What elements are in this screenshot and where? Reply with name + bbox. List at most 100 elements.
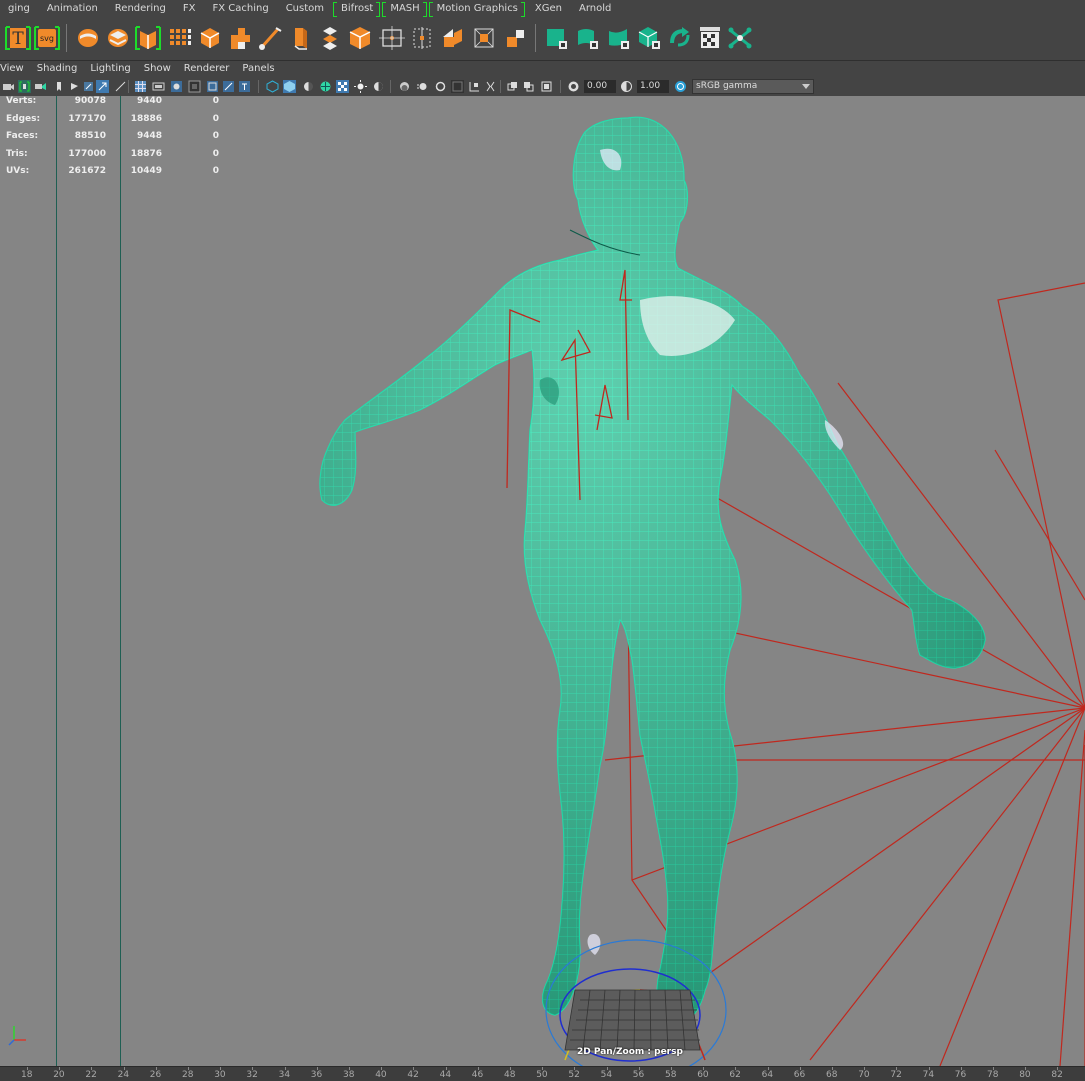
tick-label: 36 [310, 1070, 323, 1080]
grease-pencil-icon[interactable] [82, 80, 95, 93]
bounding-dots-icon[interactable] [408, 23, 436, 53]
component-xray-icon[interactable] [540, 80, 553, 93]
isolate-select-icon[interactable] [468, 80, 481, 93]
viewport[interactable] [0, 96, 1085, 1066]
tick-label: 76 [954, 1070, 967, 1080]
duplicate-icon[interactable] [316, 23, 344, 53]
film-gate-icon[interactable] [68, 80, 81, 93]
color-management-icon[interactable] [674, 80, 687, 93]
menu-view[interactable]: View [0, 61, 31, 77]
backface-icon[interactable] [522, 80, 535, 93]
shelf-tab[interactable]: Motion Graphics [428, 0, 527, 18]
grid-toggle-icon[interactable] [134, 80, 147, 93]
shelf-tabs: ging Animation Rendering FX FX Caching Custom… [0, 0, 1085, 19]
camera-icon[interactable] [2, 80, 15, 93]
chevron-down-icon [802, 84, 810, 89]
exposure-field[interactable]: 0.00 [584, 80, 616, 93]
curve-warp-icon[interactable] [543, 23, 571, 53]
extrude-icon[interactable] [286, 23, 314, 53]
tick-label: 70 [858, 1070, 870, 1080]
xray-icon[interactable] [484, 80, 497, 93]
safe-action-icon[interactable] [188, 80, 201, 93]
smooth-shade-icon[interactable] [283, 80, 296, 93]
menu-lighting[interactable]: Lighting [84, 61, 137, 77]
polycube-icon[interactable] [346, 23, 374, 53]
shelf-tab[interactable]: Arnold [571, 0, 620, 18]
flag-icon[interactable] [574, 23, 602, 53]
camera-attributes-icon[interactable] [18, 80, 31, 93]
menu-shading[interactable]: Shading [31, 61, 85, 77]
hud-label: Edges: [6, 113, 41, 124]
type-tool-icon[interactable]: T [4, 23, 32, 53]
toolbar-divider [560, 80, 561, 93]
character-mesh[interactable] [319, 116, 986, 1023]
default-material-icon[interactable] [302, 80, 315, 93]
viewport-guide-line [120, 96, 121, 1066]
2d-pan-zoom-icon[interactable] [96, 80, 109, 93]
text-overlay-icon[interactable] [238, 80, 251, 93]
refresh-icon[interactable] [666, 23, 694, 53]
tick-label: 22 [85, 1070, 97, 1080]
shelf-tab[interactable]: Bifrost [333, 0, 382, 18]
exposure-icon[interactable] [567, 80, 580, 93]
brush-icon[interactable] [256, 23, 284, 53]
xray-joints-icon[interactable] [506, 80, 519, 93]
anti-aliasing-icon[interactable] [434, 80, 447, 93]
shelf-tab[interactable]: FX Caching [204, 0, 277, 18]
tick-label: 54 [600, 1070, 613, 1080]
gamma-field[interactable]: 1.00 [637, 80, 669, 93]
hud-v2: 18886 [130, 113, 162, 124]
tick-label: 48 [504, 1070, 516, 1080]
textured-icon[interactable] [336, 80, 349, 93]
cube-icon[interactable] [196, 23, 224, 53]
shelf-tab[interactable]: ging [0, 0, 39, 18]
shelf-tab[interactable]: FX [175, 0, 205, 18]
image-plane-icon[interactable] [52, 80, 65, 93]
polycube-teal-icon[interactable] [636, 23, 664, 53]
bookmark-icon[interactable] [34, 80, 47, 93]
tiles-icon[interactable] [501, 23, 529, 53]
menu-renderer[interactable]: Renderer [178, 61, 237, 77]
depth-of-field-icon[interactable] [451, 80, 464, 93]
tick-label: 56 [632, 1070, 645, 1080]
cube-grid-icon[interactable] [226, 23, 254, 53]
safe-title-icon[interactable] [206, 80, 219, 93]
shelf-tab[interactable]: Custom [278, 0, 333, 18]
fracture-icon[interactable] [605, 23, 633, 53]
hud-v2: 9448 [136, 131, 162, 141]
bevel-plus-icon[interactable] [74, 23, 102, 53]
shelf-tab[interactable]: Animation [39, 0, 107, 18]
viewport-guide-line [56, 96, 57, 1066]
wireframe-on-shaded-icon[interactable] [319, 80, 332, 93]
svg-tool-icon[interactable]: svg [33, 23, 61, 53]
sweep-mesh-icon[interactable] [104, 23, 132, 53]
connect-icon[interactable] [726, 23, 754, 53]
time-slider[interactable]: 18 20 22 24 26 28 30 32 34 36 38 40 42 44 46 48 50 52 54 56… [0, 1066, 1085, 1081]
lights-icon[interactable] [354, 80, 367, 93]
wireframe-icon[interactable] [266, 80, 279, 93]
shadows-icon[interactable] [372, 80, 385, 93]
checker-icon[interactable] [696, 23, 724, 53]
deformer-icon[interactable] [470, 23, 498, 53]
split-icon[interactable] [438, 23, 466, 53]
gate-mask-icon[interactable] [152, 80, 165, 93]
mash-network-icon[interactable] [134, 23, 162, 53]
field-chart-icon[interactable] [170, 80, 183, 93]
menu-panels[interactable]: Panels [236, 61, 281, 77]
shelf-tab[interactable]: XGen [527, 0, 571, 18]
screen-space-ao-icon[interactable] [398, 80, 411, 93]
camera-label: 2D Pan/Zoom : persp [577, 1047, 683, 1057]
viewport-scene [8, 116, 1085, 1066]
grid-icon[interactable] [166, 23, 194, 53]
tick-label: 60 [697, 1070, 709, 1080]
toolbar-divider [258, 80, 259, 93]
resolution-gate-icon[interactable] [114, 80, 127, 93]
color-space-select[interactable]: sRGB gamma [692, 79, 814, 94]
motion-blur-icon[interactable] [416, 80, 429, 93]
menu-show[interactable]: Show [138, 61, 178, 77]
bounding-box-icon[interactable] [378, 23, 406, 53]
film-back-icon[interactable] [222, 80, 235, 93]
shelf-tab[interactable]: MASH [382, 0, 428, 18]
shelf-tab[interactable]: Rendering [107, 0, 175, 18]
gamma-icon[interactable] [620, 80, 633, 93]
